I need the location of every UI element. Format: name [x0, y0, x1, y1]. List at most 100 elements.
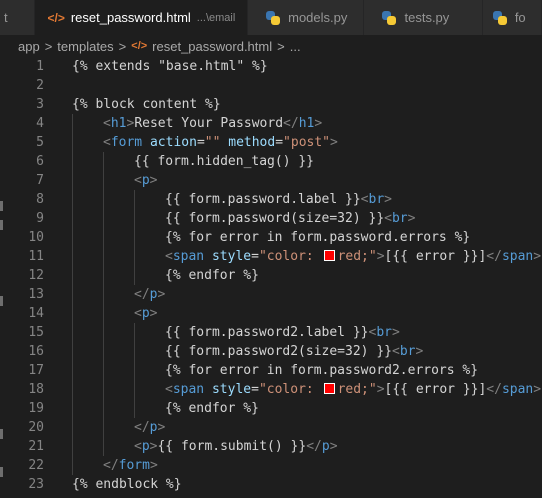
code-token: </: [486, 382, 502, 397]
code-token: span: [172, 382, 205, 397]
line-number: 8: [36, 192, 44, 207]
breadcrumb-item-templates[interactable]: templates: [57, 39, 113, 54]
line-number: 11: [28, 249, 44, 264]
code-token: </: [134, 287, 150, 302]
line-number: 12: [28, 268, 44, 283]
code-token: {{ form.submit() }}: [157, 439, 307, 454]
indent-guide: [103, 418, 104, 437]
code-line[interactable]: 3 {% block content %}: [0, 95, 542, 114]
code-token: >: [157, 420, 166, 435]
code-token: {% for error in form.password2.errors %}: [165, 363, 479, 378]
code-line[interactable]: 9 {{ form.password(size=32) }}<br>: [0, 209, 542, 228]
code-line[interactable]: 5 <form action="" method="post">: [0, 133, 542, 152]
indent-guide: [134, 228, 135, 247]
code-token: >: [314, 116, 323, 131]
code-line[interactable]: 21 <p>{{ form.submit() }}</p>: [0, 437, 542, 456]
code-line[interactable]: 22 </form>: [0, 456, 542, 475]
code-token: p: [141, 439, 150, 454]
code-editor[interactable]: 1 {% extends "base.html" %} 2 3 {% block con…: [0, 57, 542, 498]
code-line[interactable]: 16 {{ form.password2(size=32) }}<br>: [0, 342, 542, 361]
code-token: p: [141, 306, 150, 321]
code-token: >: [415, 344, 424, 359]
indent-guide: [72, 209, 73, 228]
indent-guide: [72, 190, 73, 209]
code-line[interactable]: 18 <span style="color: red;">[{{ error }}…: [0, 380, 542, 399]
code-line[interactable]: 23 {% endblock %}: [0, 475, 542, 494]
breadcrumb-item-app[interactable]: app: [18, 39, 40, 54]
code-text: {{ form.password(size=32) }}<br>: [165, 209, 415, 228]
line-number: 14: [28, 306, 44, 321]
indent-guide: [72, 247, 73, 266]
indent-guide: [103, 342, 104, 361]
code-line[interactable]: 10 {% for error in form.password.errors %…: [0, 228, 542, 247]
code-text: {{ form.password.label }}<br>: [165, 190, 392, 209]
code-line[interactable]: 7 <p>: [0, 171, 542, 190]
code-line[interactable]: 4 <h1>Reset Your Password</h1>: [0, 114, 542, 133]
code-line[interactable]: 8 {{ form.password.label }}<br>: [0, 190, 542, 209]
indent-guide: [72, 323, 73, 342]
code-token: {% block content %}: [72, 97, 221, 112]
code-line[interactable]: 12 {% endfor %}: [0, 266, 542, 285]
tab-tests-py[interactable]: tests.py: [364, 0, 483, 35]
indent-guide: [72, 171, 73, 190]
indent-guide: [134, 247, 135, 266]
code-text: {{ form.password2(size=32) }}<br>: [165, 342, 423, 361]
color-swatch[interactable]: [323, 383, 335, 394]
code-token: <: [134, 306, 142, 321]
code-line[interactable]: 13 </p>: [0, 285, 542, 304]
code-token: red;": [337, 249, 377, 264]
breadcrumb-item-file[interactable]: reset_password.html: [152, 39, 272, 54]
code-text: <h1>Reset Your Password</h1>: [103, 114, 322, 133]
code-line[interactable]: 14 <p>: [0, 304, 542, 323]
code-text: {{ form.password2.label }}<br>: [165, 323, 400, 342]
code-token: >: [533, 382, 542, 397]
indent-guide: [103, 399, 104, 418]
code-token: "color:: [258, 249, 322, 264]
line-number: 15: [28, 325, 44, 340]
code-token: br: [368, 192, 385, 207]
code-line[interactable]: 6 {{ form.hidden_tag() }}: [0, 152, 542, 171]
indent-guide: [103, 285, 104, 304]
tab-partial-right[interactable]: fo: [482, 0, 542, 35]
code-line[interactable]: 2: [0, 76, 542, 95]
indent-guide: [103, 171, 104, 190]
breadcrumb-separator: >: [277, 38, 285, 54]
code-line[interactable]: 1 {% extends "base.html" %}: [0, 57, 542, 76]
code-token: =: [251, 249, 259, 264]
code-line[interactable]: 17 {% for error in form.password2.errors …: [0, 361, 542, 380]
code-line[interactable]: 15 {{ form.password2.label }}<br>: [0, 323, 542, 342]
breadcrumb-separator: >: [44, 38, 53, 54]
code-token: method: [228, 135, 276, 150]
tab-reset-password-html[interactable]: </> reset_password.html ...\email: [35, 0, 249, 35]
code-token: {{ form.password2(size=32) }}: [165, 344, 392, 359]
tab-label: fo: [514, 10, 526, 25]
code-token: </: [486, 249, 502, 264]
code-token: br: [376, 325, 392, 340]
indent-guide: [72, 380, 73, 399]
tab-partial[interactable]: t: [0, 0, 36, 35]
code-token: <: [165, 382, 173, 397]
indent-guide: [134, 266, 135, 285]
code-token: >: [376, 382, 385, 397]
indent-guide: [103, 247, 104, 266]
code-text: {{ form.hidden_tag() }}: [134, 152, 314, 171]
code-token: br: [399, 344, 416, 359]
line-number: 21: [28, 439, 44, 454]
indent-guide: [103, 209, 104, 228]
code-token: </: [103, 458, 119, 473]
indent-guide: [72, 133, 73, 152]
code-line[interactable]: 19 {% endfor %}: [0, 399, 542, 418]
code-line[interactable]: 11 <span style="color: red;">[{{ error }}…: [0, 247, 542, 266]
code-text: </p>: [134, 418, 165, 437]
breadcrumb-item-more[interactable]: ...: [290, 39, 301, 54]
code-text: <span style="color: red;">[{{ error }}]<…: [165, 247, 541, 266]
indent-guide: [72, 456, 73, 475]
code-token: <: [103, 135, 111, 150]
code-token: </: [306, 439, 322, 454]
line-number: 23: [28, 477, 44, 492]
indent-guide: [134, 323, 135, 342]
code-line[interactable]: 20 </p>: [0, 418, 542, 437]
color-swatch[interactable]: [323, 250, 335, 261]
tab-models-py[interactable]: models.py: [248, 0, 365, 35]
indent-guide: [103, 266, 104, 285]
